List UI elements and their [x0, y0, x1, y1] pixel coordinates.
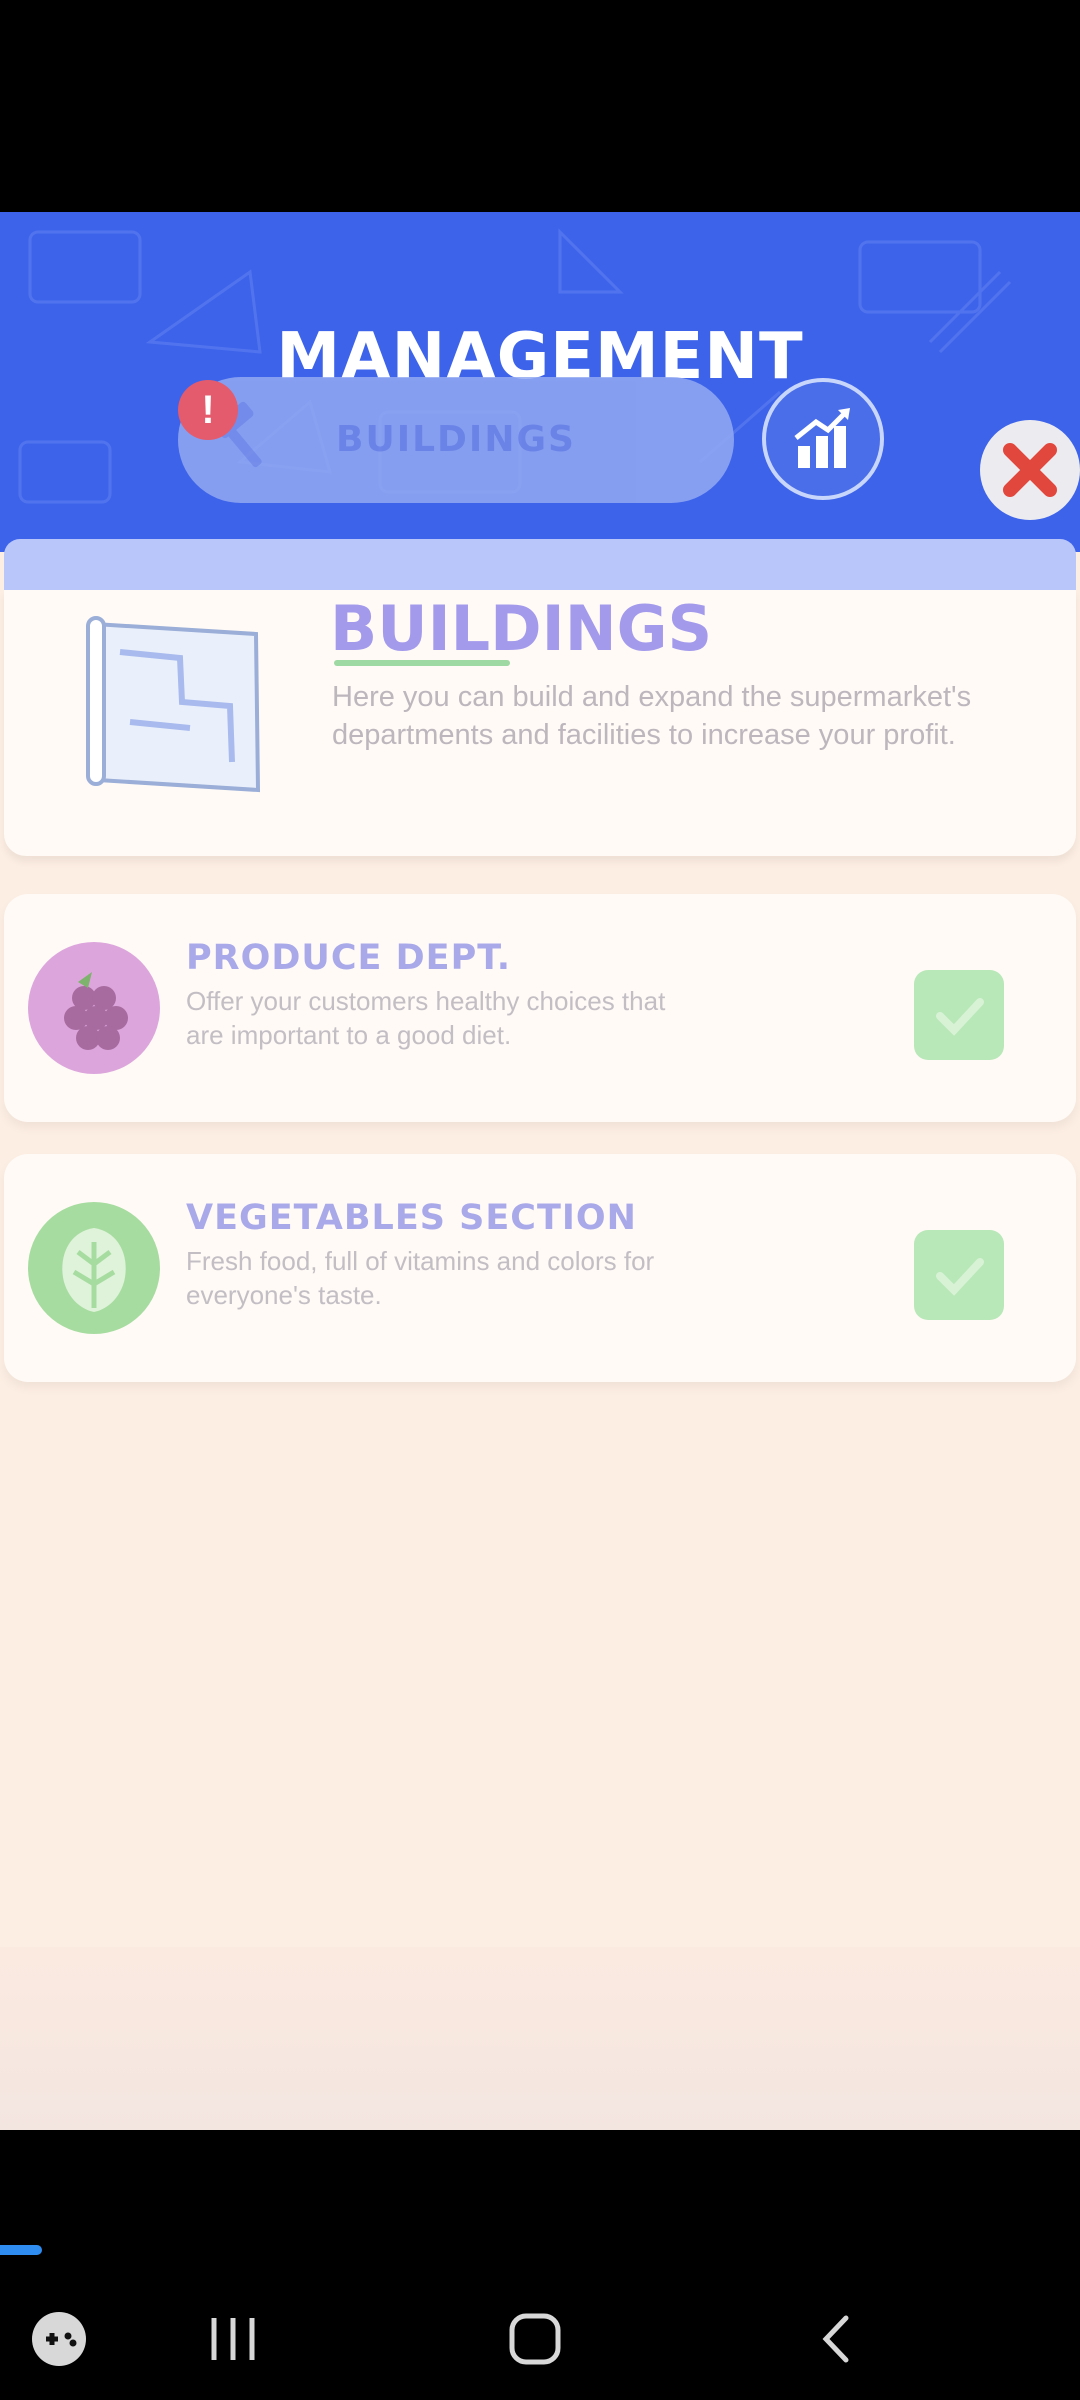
- tab-label: BUILDINGS: [336, 419, 576, 460]
- loading-progress: [0, 2245, 42, 2255]
- system-nav-bar: [0, 2280, 1080, 2400]
- intro-description: Here you can build and expand the superm…: [332, 681, 972, 751]
- lettuce-icon: [28, 1202, 160, 1334]
- close-button[interactable]: [980, 420, 1080, 520]
- title-underline: [334, 660, 510, 666]
- item-title: VEGETABLES SECTION: [186, 1198, 637, 1238]
- intro-title: BUILDINGS: [330, 592, 713, 665]
- item-description: Offer your customers healthy choices tha…: [186, 986, 666, 1050]
- back-icon[interactable]: [804, 2304, 874, 2374]
- stats-button[interactable]: [762, 378, 884, 500]
- recents-icon[interactable]: [198, 2304, 268, 2374]
- notification-badge: !: [178, 380, 238, 440]
- list-item-vegetables[interactable]: VEGETABLES SECTION Fresh food, full of v…: [4, 1154, 1076, 1382]
- item-title: PRODUCE DEPT.: [186, 938, 512, 978]
- tab-buildings[interactable]: BUILDINGS: [178, 377, 734, 503]
- list-item-produce[interactable]: PRODUCE DEPT. Offer your customers healt…: [4, 894, 1076, 1122]
- stats-chart-icon: [794, 408, 850, 468]
- home-icon[interactable]: [500, 2304, 570, 2374]
- panel-top-strip: [4, 539, 1076, 595]
- bottom-area: [0, 1947, 1080, 2130]
- checkmark-icon: [936, 998, 984, 1036]
- game-screen: MANAGEMENT BUILDINGS ! BUILDINGS Here yo…: [0, 212, 1080, 2130]
- grapes-icon: [28, 942, 160, 1074]
- close-icon: [1003, 443, 1057, 497]
- build-check-button[interactable]: [914, 970, 1004, 1060]
- checkmark-icon: [936, 1258, 984, 1296]
- map-icon: [86, 616, 261, 793]
- build-check-button[interactable]: [914, 1230, 1004, 1320]
- management-header: MANAGEMENT BUILDINGS !: [0, 212, 1080, 552]
- item-description: Fresh food, full of vitamins and colors …: [186, 1246, 655, 1310]
- game-controller-icon[interactable]: [24, 2304, 94, 2374]
